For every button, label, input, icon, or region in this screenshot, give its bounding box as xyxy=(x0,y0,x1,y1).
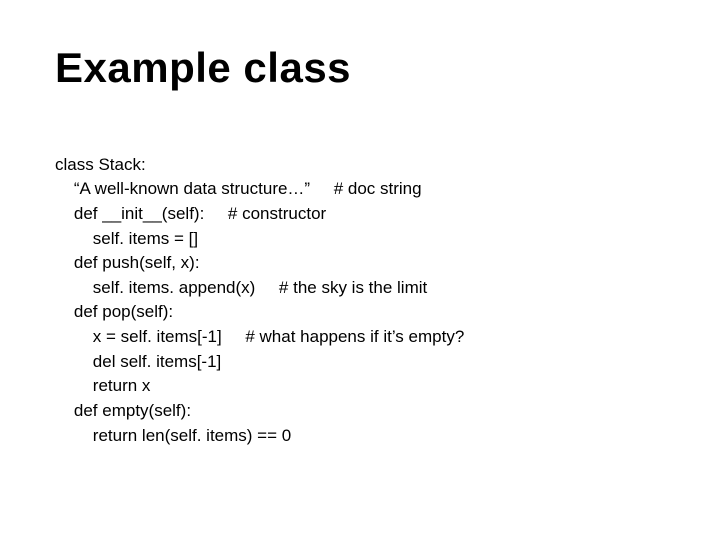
code-line: def push(self, x): xyxy=(55,253,200,272)
code-line: “A well-known data structure…” # doc str… xyxy=(55,179,422,198)
code-line: class Stack: xyxy=(55,155,146,174)
code-line: self. items. append(x) # the sky is the … xyxy=(55,278,427,297)
code-line: x = self. items[-1] # what happens if it… xyxy=(55,327,464,346)
code-line: return len(self. items) == 0 xyxy=(55,426,291,445)
code-line: def __init__(self): # constructor xyxy=(55,204,326,223)
slide-title: Example class xyxy=(55,44,670,92)
code-line: return x xyxy=(55,376,150,395)
code-block: class Stack: “A well-known data structur… xyxy=(55,128,670,473)
code-line: def pop(self): xyxy=(55,302,173,321)
code-line: self. items = [] xyxy=(55,229,198,248)
code-line: def empty(self): xyxy=(55,401,191,420)
slide: Example class class Stack: “A well-known… xyxy=(0,0,720,540)
code-line: del self. items[-1] xyxy=(55,352,221,371)
